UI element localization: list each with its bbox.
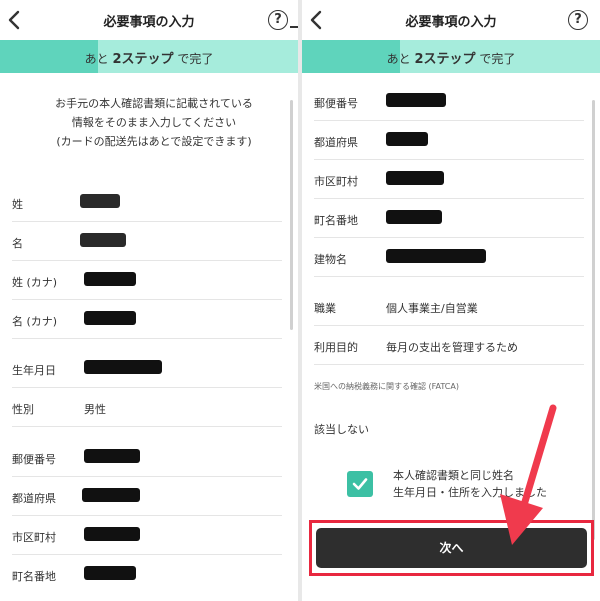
help-icon[interactable]: ? [268, 10, 288, 30]
field-label: 生年月日 [12, 364, 56, 377]
redacted-value [84, 272, 136, 286]
help-icon[interactable]: ? [568, 10, 588, 30]
status-dash [290, 26, 298, 28]
progress-bar: あと 2ステップ で完了 [302, 40, 600, 73]
field-occupation[interactable]: 職業 個人事業主/自営業 [314, 287, 584, 326]
scrollbar[interactable] [290, 100, 293, 330]
field-label: 町名番地 [314, 214, 358, 227]
progress-bar: あと 2ステップ で完了 [0, 40, 298, 73]
field-label: 性別 [12, 403, 34, 416]
field-street[interactable]: 町名番地 [314, 199, 584, 238]
page-title: 必要事項の入力 [103, 15, 195, 30]
next-button[interactable]: 次へ [316, 528, 587, 568]
field-value: 毎月の支出を管理するため [386, 341, 518, 354]
field-label: 都道府県 [12, 492, 56, 505]
scrollbar[interactable] [592, 100, 595, 540]
consent-text: 本人確認書類と同じ姓名 生年月日・住所を入力しました [393, 469, 547, 499]
redacted-value [386, 171, 444, 185]
redacted-value [80, 233, 126, 247]
screenshot-composite: 必要事項の入力 ? あと 2ステップ で完了 お手元の本人確認書類に記載されてい… [0, 0, 600, 601]
redacted-value [84, 311, 136, 325]
page-title: 必要事項の入力 [405, 15, 497, 30]
field-label: 名 (カナ) [12, 315, 58, 328]
field-label: 郵便番号 [314, 97, 358, 110]
field-label: 職業 [314, 302, 336, 315]
field-last-name-kana[interactable]: 姓 (カナ) [12, 261, 282, 300]
left-screen: 必要事項の入力 ? あと 2ステップ で完了 お手元の本人確認書類に記載されてい… [0, 0, 298, 601]
field-purpose[interactable]: 利用目的 毎月の支出を管理するため [314, 326, 584, 365]
field-first-name[interactable]: 名 [12, 222, 282, 261]
field-prefecture[interactable]: 都道府県 [12, 477, 282, 516]
redacted-value [84, 360, 162, 374]
header: 必要事項の入力 ? [0, 0, 298, 40]
field-label: 都道府県 [314, 136, 358, 149]
field-label: 郵便番号 [12, 453, 56, 466]
field-label: 市区町村 [12, 531, 56, 544]
field-label: 町名番地 [12, 570, 56, 583]
field-city[interactable]: 市区町村 [12, 516, 282, 555]
field-gender[interactable]: 性別 男性 [12, 388, 282, 427]
intro-text: お手元の本人確認書類に記載されている 情報をそのまま入力してください (カードの… [55, 97, 253, 148]
redacted-value [386, 210, 442, 224]
fatca-label: 米国への納税義務に関する確認 (FATCA) [314, 382, 459, 391]
field-label: 建物名 [314, 253, 347, 266]
redacted-value [82, 488, 140, 502]
redacted-value [386, 132, 428, 146]
redacted-value [84, 527, 140, 541]
redacted-value [84, 566, 136, 580]
redacted-value [386, 249, 486, 263]
field-value: 個人事業主/自営業 [386, 302, 478, 315]
consent-checkbox[interactable] [347, 471, 373, 497]
field-postal-code[interactable]: 郵便番号 [12, 438, 282, 477]
right-screen: 必要事項の入力 ? あと 2ステップ で完了 郵便番号 都道府県 市区町村 町名… [302, 0, 600, 601]
redacted-value [84, 449, 140, 463]
field-value: 男性 [84, 403, 106, 416]
field-birthdate[interactable]: 生年月日 [12, 349, 282, 388]
field-prefecture[interactable]: 都道府県 [314, 121, 584, 160]
field-label: 姓 (カナ) [12, 276, 58, 289]
field-label: 姓 [12, 198, 23, 211]
field-first-name-kana[interactable]: 名 (カナ) [12, 300, 282, 339]
field-city[interactable]: 市区町村 [314, 160, 584, 199]
field-label: 名 [12, 237, 23, 250]
progress-text: あと 2ステップ で完了 [386, 52, 516, 67]
field-last-name[interactable]: 姓 [12, 183, 282, 222]
checkmark-icon [352, 478, 368, 490]
field-street[interactable]: 町名番地 [12, 555, 282, 594]
field-value: 該当しない [314, 423, 369, 436]
field-label: 利用目的 [314, 341, 358, 354]
redacted-value [80, 194, 120, 208]
progress-text: あと 2ステップ で完了 [84, 52, 214, 67]
redacted-value [386, 93, 446, 107]
field-label: 市区町村 [314, 175, 358, 188]
field-postal-code[interactable]: 郵便番号 [314, 82, 584, 121]
field-fatca[interactable]: 該当しない [314, 408, 584, 447]
header: 必要事項の入力 ? [302, 0, 600, 40]
field-building[interactable]: 建物名 [314, 238, 584, 277]
